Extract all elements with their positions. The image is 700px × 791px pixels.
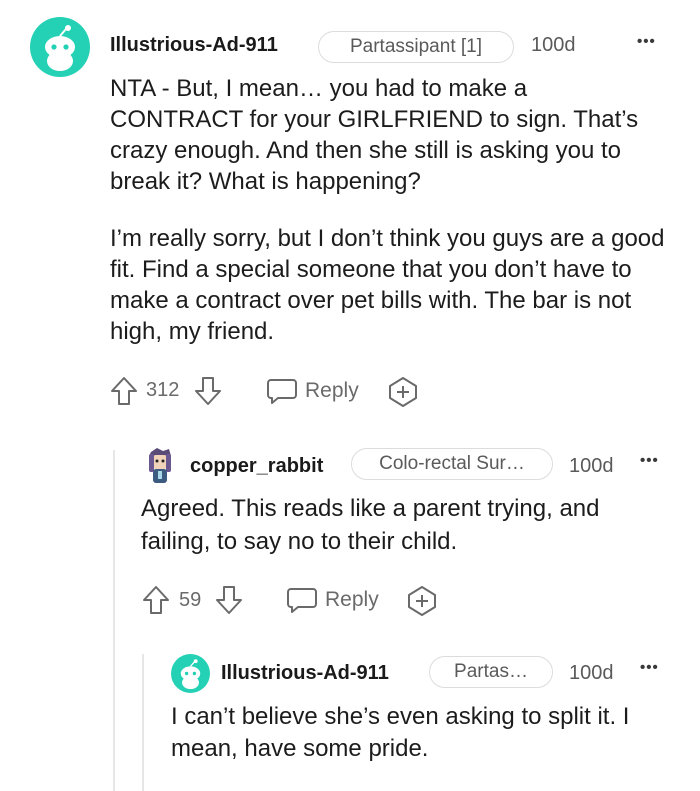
comment-body-paragraph: I’m really sorry, but I don’t think you … — [110, 225, 665, 345]
thread-line[interactable] — [113, 450, 115, 791]
award-plus-icon — [408, 586, 436, 616]
user-flair: Partas… — [429, 656, 553, 688]
copper-rabbit-avatar-icon — [149, 448, 171, 483]
comment-bubble-icon — [287, 588, 317, 613]
user-avatar[interactable] — [141, 446, 179, 486]
user-flair: Colo-rectal Sur… — [351, 448, 553, 480]
comment-age: 100d — [569, 455, 614, 477]
award-button[interactable] — [387, 376, 419, 408]
downvote-arrow-icon — [216, 586, 242, 614]
more-options-icon[interactable]: ••• — [637, 33, 656, 50]
reply-label: Reply — [325, 588, 379, 611]
comment-body-paragraph: Agreed. This reads like a parent trying,… — [141, 495, 600, 555]
user-flair: Partassipant [1] — [318, 31, 514, 63]
username[interactable]: Illustrious-Ad-911 — [110, 34, 278, 57]
upvote-arrow-icon — [143, 586, 169, 614]
user-avatar[interactable] — [171, 654, 210, 693]
upvote-button[interactable] — [109, 375, 139, 407]
award-button[interactable] — [406, 585, 438, 617]
more-options-icon[interactable]: ••• — [640, 452, 659, 469]
reply-button[interactable]: Reply — [286, 584, 379, 616]
reddit-snoo-avatar-icon — [180, 659, 201, 690]
award-plus-icon — [389, 377, 417, 407]
comment-age: 100d — [531, 34, 576, 56]
more-options-icon[interactable]: ••• — [640, 659, 659, 676]
vote-count: 59 — [179, 589, 202, 611]
upvote-button[interactable] — [141, 584, 171, 616]
comment-bubble-icon — [267, 379, 297, 404]
comment-body-paragraph: NTA - But, I mean… you had to make a CON… — [110, 75, 639, 195]
vote-count: 312 — [146, 379, 180, 401]
reply-label: Reply — [305, 379, 359, 402]
comment-body-paragraph: I can’t believe she’s even asking to spl… — [171, 703, 630, 762]
reddit-snoo-avatar-icon — [45, 25, 75, 71]
username[interactable]: Illustrious-Ad-911 — [221, 662, 389, 685]
reply-button[interactable]: Reply — [266, 375, 359, 407]
thread-line[interactable] — [142, 654, 144, 791]
downvote-arrow-icon — [195, 377, 221, 405]
downvote-button[interactable] — [193, 375, 223, 407]
username[interactable]: copper_rabbit — [190, 455, 323, 478]
downvote-button[interactable] — [214, 584, 244, 616]
comment-age: 100d — [569, 662, 614, 684]
upvote-arrow-icon — [111, 377, 137, 405]
user-avatar[interactable] — [30, 17, 90, 77]
